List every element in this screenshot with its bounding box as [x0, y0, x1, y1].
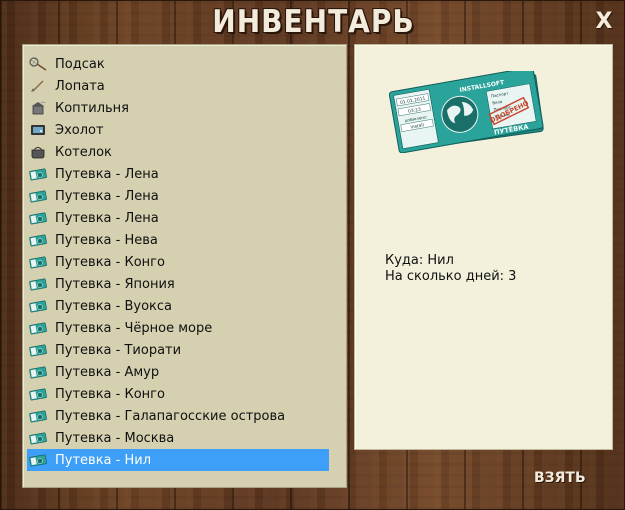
close-button[interactable]: X — [594, 11, 614, 33]
inventory-item[interactable]: Путевка - Конго — [27, 251, 329, 273]
inventory-list-panel: Подсак Лопата Коптильня Эхолот Котелок Путевк… — [22, 44, 347, 488]
inventory-item[interactable]: Путевка - Лена — [27, 185, 329, 207]
inventory-window: ИНВЕНТАРЬ X Подсак Лопата Коптильня Эхолот К… — [0, 0, 625, 510]
voucher-icon — [29, 452, 47, 468]
inventory-item-label: Путевка - Вуокса — [55, 298, 173, 314]
inventory-item[interactable]: Путевка - Нева — [27, 229, 329, 251]
inventory-item[interactable]: Подсак — [27, 53, 329, 75]
inventory-item-label: Коптильня — [55, 100, 129, 116]
inventory-item-label: Путевка - Чёрное море — [55, 320, 213, 336]
window-title: ИНВЕНТАРЬ — [212, 3, 415, 40]
item-detail-panel: 01.01.2011 03:23 добавлено: install INST… — [354, 44, 613, 450]
inventory-item[interactable]: Котелок — [27, 141, 329, 163]
voucher-icon — [29, 320, 47, 336]
net-icon — [29, 56, 47, 72]
inventory-item-label: Путевка - Лена — [55, 210, 159, 226]
inventory-item-label: Путевка - Конго — [55, 254, 165, 270]
inventory-item-label: Котелок — [55, 144, 112, 160]
voucher-icon — [29, 364, 47, 380]
inventory-item[interactable]: Путевка - Тиорати — [27, 339, 329, 361]
inventory-item[interactable]: Путевка - Конго — [27, 383, 329, 405]
pot-icon — [29, 144, 47, 160]
item-detail-text: Куда: Нил На сколько дней: 3 — [385, 253, 516, 285]
inventory-item[interactable]: Путевка - Лена — [27, 163, 329, 185]
inventory-item-label: Эхолот — [55, 122, 104, 138]
inventory-item[interactable]: Путевка - Лена — [27, 207, 329, 229]
inventory-item[interactable]: Путевка - Галапагосские острова — [27, 405, 329, 427]
inventory-item-label: Путевка - Конго — [55, 386, 165, 402]
inventory-item-label: Лопата — [55, 78, 105, 94]
sonar-icon — [29, 122, 47, 138]
inventory-item-label: Подсак — [55, 56, 105, 72]
voucher-icon — [29, 342, 47, 358]
inventory-item[interactable]: Коптильня — [27, 97, 329, 119]
voucher-icon — [29, 430, 47, 446]
voucher-icon — [29, 276, 47, 292]
inventory-item[interactable]: Путевка - Вуокса — [27, 295, 329, 317]
shovel-icon — [29, 78, 47, 94]
inventory-item-label: Путевка - Амур — [55, 364, 160, 380]
take-button[interactable]: ВЗЯТЬ — [534, 467, 586, 489]
inventory-item[interactable]: Путевка - Япония — [27, 273, 329, 295]
detail-destination: Куда: Нил — [385, 253, 454, 268]
inventory-item-label: Путевка - Москва — [55, 430, 175, 446]
inventory-item[interactable]: Путевка - Чёрное море — [27, 317, 329, 339]
inventory-item[interactable]: Путевка - Амур — [27, 361, 329, 383]
inventory-item-label: Путевка - Лена — [55, 188, 159, 204]
inventory-item-label: Путевка - Япония — [55, 276, 175, 292]
inventory-item-label: Путевка - Нева — [55, 232, 158, 248]
voucher-icon — [29, 254, 47, 270]
detail-days: На сколько дней: 3 — [385, 269, 517, 284]
inventory-item[interactable]: Лопата — [27, 75, 329, 97]
voucher-icon — [29, 386, 47, 402]
inventory-item[interactable]: Путевка - Нил — [27, 449, 329, 471]
voucher-icon — [29, 166, 47, 182]
voucher-icon — [29, 232, 47, 248]
inventory-item-label: Путевка - Галапагосские острова — [55, 408, 286, 424]
voucher-icon — [29, 298, 47, 314]
smokehouse-icon — [29, 100, 47, 116]
inventory-item-label: Путевка - Лена — [55, 166, 159, 182]
voucher-icon — [29, 188, 47, 204]
inventory-item[interactable]: Эхолот — [27, 119, 329, 141]
voucher-ticket-image: 01.01.2011 03:23 добавлено: install INST… — [389, 71, 544, 153]
voucher-icon — [29, 408, 47, 424]
voucher-icon — [29, 210, 47, 226]
inventory-item-label: Путевка - Нил — [55, 452, 152, 468]
inventory-item-label: Путевка - Тиорати — [55, 342, 182, 358]
inventory-list: Подсак Лопата Коптильня Эхолот Котелок Путевк… — [27, 53, 329, 471]
inventory-item[interactable]: Путевка - Москва — [27, 427, 329, 449]
